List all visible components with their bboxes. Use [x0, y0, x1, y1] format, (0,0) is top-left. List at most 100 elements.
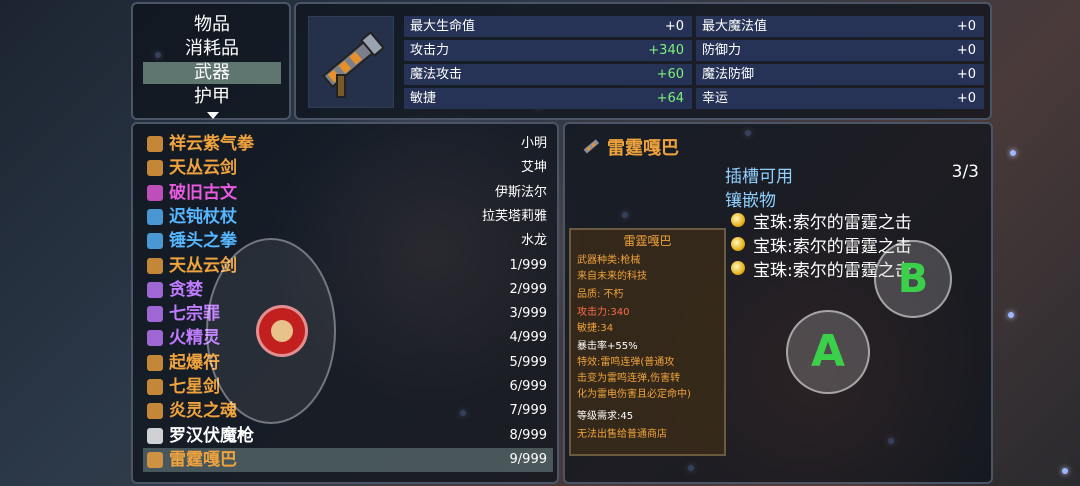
weapon-count: 7/999	[509, 403, 547, 419]
action-button-b[interactable]: B	[874, 240, 952, 318]
category-items[interactable]: 物品	[143, 14, 281, 36]
action-button-a[interactable]: A	[786, 310, 870, 394]
stat-value: +340	[648, 43, 684, 58]
weapon-list-row[interactable]: 起爆符 5/999	[143, 351, 553, 375]
tooltip-crit: 暴击率+55%	[577, 341, 638, 352]
stat-label: 魔法攻击	[410, 67, 463, 82]
weapon-list-row[interactable]: 炎灵之魂 7/999	[143, 399, 553, 423]
stats-panel: 最大生命值 +0 攻击力 +340 魔法攻击 +60 敏捷 +64 最大魔法值 +0 防御…	[294, 2, 992, 120]
gem-icon	[731, 237, 745, 251]
weapon-list-row[interactable]: 天丛云剑 1/999	[143, 254, 553, 278]
weapon-list-row[interactable]: 罗汉伏魔枪 8/999	[143, 424, 553, 448]
weapon-count: 4/999	[509, 330, 547, 346]
stat-value: +60	[656, 67, 684, 82]
weapon-count: 2/999	[509, 281, 547, 297]
stat-attack: 攻击力 +340	[404, 40, 692, 61]
tooltip-quality: 品质: 不朽	[577, 289, 624, 300]
category-consumables[interactable]: 消耗品	[143, 38, 281, 60]
weapon-list-row[interactable]: 七宗罪 3/999	[143, 302, 553, 326]
stat-magic-attack: 魔法攻击 +60	[404, 64, 692, 85]
gem-icon	[731, 261, 745, 275]
spear-icon	[147, 427, 163, 444]
button-a-label: A	[810, 326, 846, 377]
stat-value: +0	[664, 19, 684, 34]
stat-label: 敏捷	[410, 91, 437, 106]
joystick-knob[interactable]	[256, 305, 308, 357]
stat-max-hp: 最大生命值 +0	[404, 16, 692, 37]
weapon-list-row[interactable]: 祥云紫气拳 小明	[143, 132, 553, 156]
category-weapons[interactable]: 武器	[143, 62, 281, 84]
weapon-list: 祥云紫气拳 小明 天丛云剑 艾坤 破旧古文 伊斯法尔 迟钝杖杖 拉芙塔莉雅 锤头之拳 水龙 天丛云剑…	[131, 122, 559, 484]
slots-value: 3/3	[951, 162, 979, 182]
button-b-label: B	[897, 256, 929, 302]
weapon-list-row[interactable]: 火精灵 4/999	[143, 326, 553, 350]
weapon-list-row[interactable]: 天丛云剑 艾坤	[143, 156, 553, 180]
scroll-icon	[147, 184, 163, 201]
stat-magic-defense: 魔法防御 +0	[696, 64, 984, 85]
spear-icon	[147, 281, 163, 298]
stat-defense: 防御力 +0	[696, 40, 984, 61]
category-armor[interactable]: 护甲	[143, 86, 281, 108]
slots-label: 插槽可用	[725, 167, 793, 187]
book-icon	[147, 306, 163, 323]
weapon-count: 1/999	[509, 257, 547, 273]
weapon-list-row[interactable]: 破旧古文 伊斯法尔	[143, 181, 553, 205]
cannon-icon	[147, 451, 163, 468]
detail-title: 雷霆嘎巴	[607, 138, 679, 159]
sparkle	[1062, 468, 1068, 474]
tooltip-level: 等级需求:45	[577, 411, 634, 422]
weapon-list-row[interactable]: 锤头之拳 水龙	[143, 229, 553, 253]
scroll-down-icon[interactable]	[207, 112, 219, 119]
staff-icon	[147, 208, 163, 225]
stat-value: +64	[656, 91, 684, 106]
weapon-list-row[interactable]: 雷霆嘎巴 9/999	[143, 447, 553, 472]
tooltip-description: 来自未来的科技	[577, 271, 647, 282]
stat-label: 最大生命值	[410, 19, 476, 34]
stat-label: 攻击力	[410, 43, 450, 58]
gem-icon	[731, 213, 745, 227]
detail-weapon-icon	[581, 136, 601, 156]
sword-icon	[147, 160, 163, 177]
tooltip-shop: 无法出售给普通商店	[577, 429, 667, 440]
weapon-name: 破旧古文	[169, 182, 237, 203]
weapon-count: 拉芙塔莉雅	[481, 208, 547, 224]
knuckle-icon	[147, 233, 163, 250]
tooltip-agility: 敏捷:34	[577, 323, 614, 334]
weapon-count: 6/999	[509, 379, 547, 394]
weapon-name: 锤头之拳	[169, 231, 237, 252]
item-tooltip: 雷霆嘎巴 武器种类:枪械 来自未来的科技 品质: 不朽 攻击力:340 敏捷:3…	[569, 228, 726, 456]
weapon-count: 8/999	[509, 427, 547, 443]
stat-value: +0	[956, 19, 976, 34]
weapon-name: 天丛云剑	[169, 158, 237, 179]
sparkle	[1008, 312, 1014, 318]
virtual-joystick[interactable]	[206, 238, 336, 424]
stat-value: +0	[956, 67, 976, 82]
weapon-name: 祥云紫气拳	[169, 134, 254, 154]
talisman-icon	[147, 354, 163, 371]
weapon-name: 炎灵之魂	[169, 401, 237, 422]
weapon-name: 雷霆嘎巴	[169, 449, 237, 470]
player-avatar-icon	[271, 320, 293, 342]
stat-label: 防御力	[702, 43, 742, 58]
gem-slot-1[interactable]: 宝珠:索尔的雷霆之击	[753, 208, 912, 233]
weapon-name: 罗汉伏魔枪	[169, 425, 254, 446]
tooltip-attack: 攻击力:340	[577, 307, 630, 318]
category-menu: 物品 消耗品 武器 护甲	[131, 2, 291, 120]
fist-icon	[147, 136, 163, 152]
weapon-count: 小明	[520, 136, 547, 151]
stat-label: 最大魔法值	[702, 19, 768, 34]
tooltip-effect-line1: 特效:雷鸣连弹(普通攻	[577, 357, 675, 368]
stat-value: +0	[956, 91, 976, 106]
flame-icon	[147, 403, 163, 420]
weapon-count: 伊斯法尔	[494, 184, 547, 200]
weapon-list-row[interactable]: 七星剑 6/999	[143, 375, 553, 399]
weapon-count: 5/999	[509, 354, 547, 370]
stat-max-mp: 最大魔法值 +0	[696, 16, 984, 37]
weapon-preview-icon	[308, 16, 394, 108]
weapon-count: 艾坤	[520, 160, 547, 176]
stat-agility: 敏捷 +64	[404, 88, 692, 109]
fire-staff-icon	[147, 330, 163, 347]
stat-luck: 幸运 +0	[696, 88, 984, 109]
weapon-list-row[interactable]: 贪婪 2/999	[143, 278, 553, 302]
weapon-list-row[interactable]: 迟钝杖杖 拉芙塔莉雅	[143, 205, 553, 229]
